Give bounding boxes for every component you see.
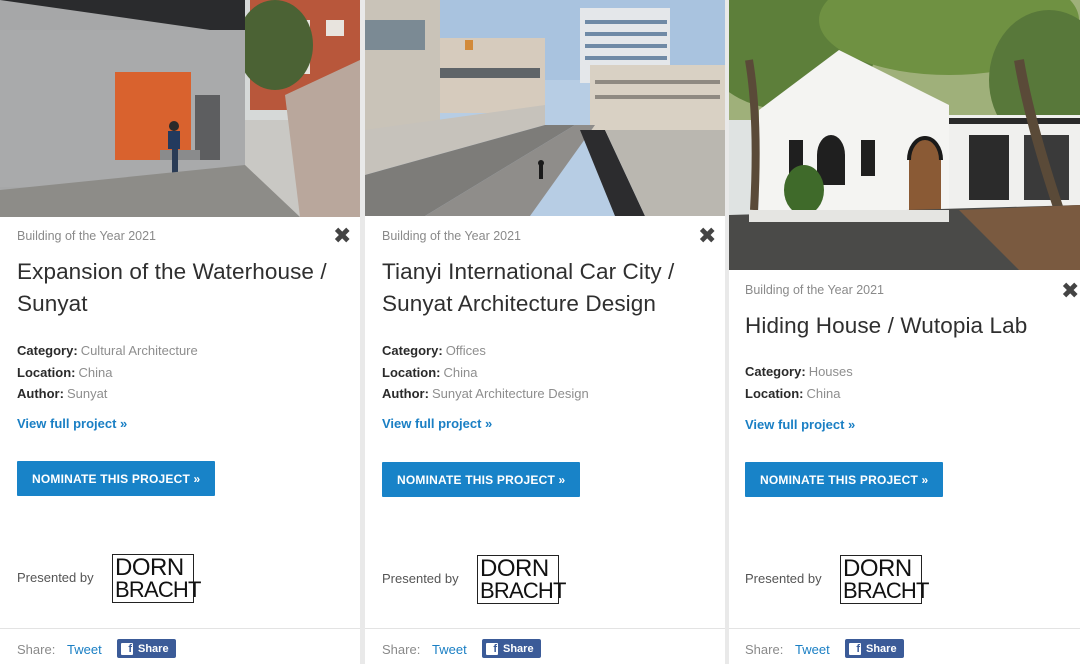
dornbracht-logo: DORN BRACHT xyxy=(112,554,201,603)
nominate-button[interactable]: NOMINATE THIS PROJECT » xyxy=(382,462,581,497)
presented-by-label: Presented by xyxy=(745,571,822,586)
project-title: Expansion of the Waterhouse / Sunyat xyxy=(17,259,327,316)
meta-value: Sunyat xyxy=(66,386,108,401)
logo-line-2: BRACHT xyxy=(115,577,201,602)
facebook-share-button[interactable]: f Share xyxy=(845,639,904,658)
share-label: Share: xyxy=(382,642,421,657)
nominate-button[interactable]: NOMINATE THIS PROJECT » xyxy=(745,462,944,497)
project-title: Tianyi International Car City / Sunyat A… xyxy=(382,259,675,316)
dornbracht-logo: DORN BRACHT xyxy=(840,555,929,604)
meta-location: Location: China xyxy=(382,362,589,384)
project-title: Hiding House / Wutopia Lab xyxy=(745,313,1028,338)
meta-key: Category: xyxy=(745,364,806,379)
share-label: Share: xyxy=(745,642,784,657)
close-icon[interactable]: ✖ xyxy=(1061,280,1079,302)
share-bar: Share: Tweet f Share xyxy=(0,628,360,664)
view-full-project-link[interactable]: View full project » xyxy=(382,416,492,431)
presented-by-label: Presented by xyxy=(17,570,94,585)
award-label: Building of the Year 2021 xyxy=(382,229,522,243)
meta-value: China xyxy=(806,385,841,401)
dornbracht-logo: DORN BRACHT xyxy=(477,555,566,604)
meta-category: Category: Cultural Architecture xyxy=(17,340,198,362)
project-photo xyxy=(0,0,360,217)
facebook-icon: f xyxy=(486,642,498,655)
logo-line-2: BRACHT xyxy=(480,578,566,603)
meta-value: China xyxy=(78,364,113,380)
tweet-link[interactable]: Tweet xyxy=(67,642,102,657)
project-card-waterhouse: Building of the Year 2021 ✖ Expansion of… xyxy=(0,0,360,664)
meta-key: Author: xyxy=(17,386,64,401)
facebook-share-label: Share xyxy=(866,642,897,655)
facebook-share-label: Share xyxy=(503,642,534,655)
facebook-share-button[interactable]: f Share xyxy=(117,639,176,658)
meta-key: Category: xyxy=(382,343,443,358)
project-photo xyxy=(729,0,1080,270)
facebook-share-label: Share xyxy=(138,642,169,655)
meta-key: Category: xyxy=(17,343,78,358)
share-bar: Share: Tweet f Share xyxy=(729,628,1080,664)
meta-location: Location: China xyxy=(745,383,853,405)
facebook-share-button[interactable]: f Share xyxy=(482,639,541,658)
logo-line-2: BRACHT xyxy=(843,578,929,603)
meta-value: China xyxy=(443,364,478,380)
meta-key: Location: xyxy=(745,385,804,401)
meta-key: Location: xyxy=(17,364,76,380)
meta-category: Category: Houses xyxy=(745,361,853,383)
close-icon[interactable]: ✖ xyxy=(333,225,351,247)
award-label: Building of the Year 2021 xyxy=(745,283,885,297)
meta-key: Author: xyxy=(382,386,429,401)
presented-by-label: Presented by xyxy=(382,571,459,586)
meta-value: Sunyat Architecture Design xyxy=(431,386,589,401)
project-meta: Category: Cultural Architecture Location:… xyxy=(17,340,198,405)
meta-author: Author: Sunyat xyxy=(17,383,198,405)
meta-value: Offices xyxy=(445,343,486,358)
project-photo xyxy=(365,0,725,216)
project-card-hiding-house: Building of the Year 2021 ✖ Hiding House… xyxy=(729,0,1080,664)
view-full-project-link[interactable]: View full project » xyxy=(17,416,127,431)
meta-author: Author: Sunyat Architecture Design xyxy=(382,383,589,405)
tweet-link[interactable]: Tweet xyxy=(795,642,830,657)
project-meta: Category: Houses Location: China xyxy=(745,361,853,404)
meta-key: Location: xyxy=(382,364,441,380)
meta-category: Category: Offices xyxy=(382,340,589,362)
project-meta: Category: Offices Location: China Author: S… xyxy=(382,340,589,405)
tweet-link[interactable]: Tweet xyxy=(432,642,467,657)
meta-value: Cultural Architecture xyxy=(80,343,198,358)
view-full-project-link[interactable]: View full project » xyxy=(745,417,855,432)
award-label: Building of the Year 2021 xyxy=(17,229,157,243)
share-label: Share: xyxy=(17,642,56,657)
project-card-tianyi: Building of the Year 2021 ✖ Tianyi Inter… xyxy=(365,0,725,664)
nominate-button[interactable]: NOMINATE THIS PROJECT » xyxy=(17,461,216,496)
close-icon[interactable]: ✖ xyxy=(698,225,716,247)
meta-location: Location: China xyxy=(17,362,198,384)
facebook-icon: f xyxy=(849,642,861,655)
meta-value: Houses xyxy=(808,364,853,379)
share-bar: Share: Tweet f Share xyxy=(365,628,725,664)
facebook-icon: f xyxy=(121,642,133,655)
